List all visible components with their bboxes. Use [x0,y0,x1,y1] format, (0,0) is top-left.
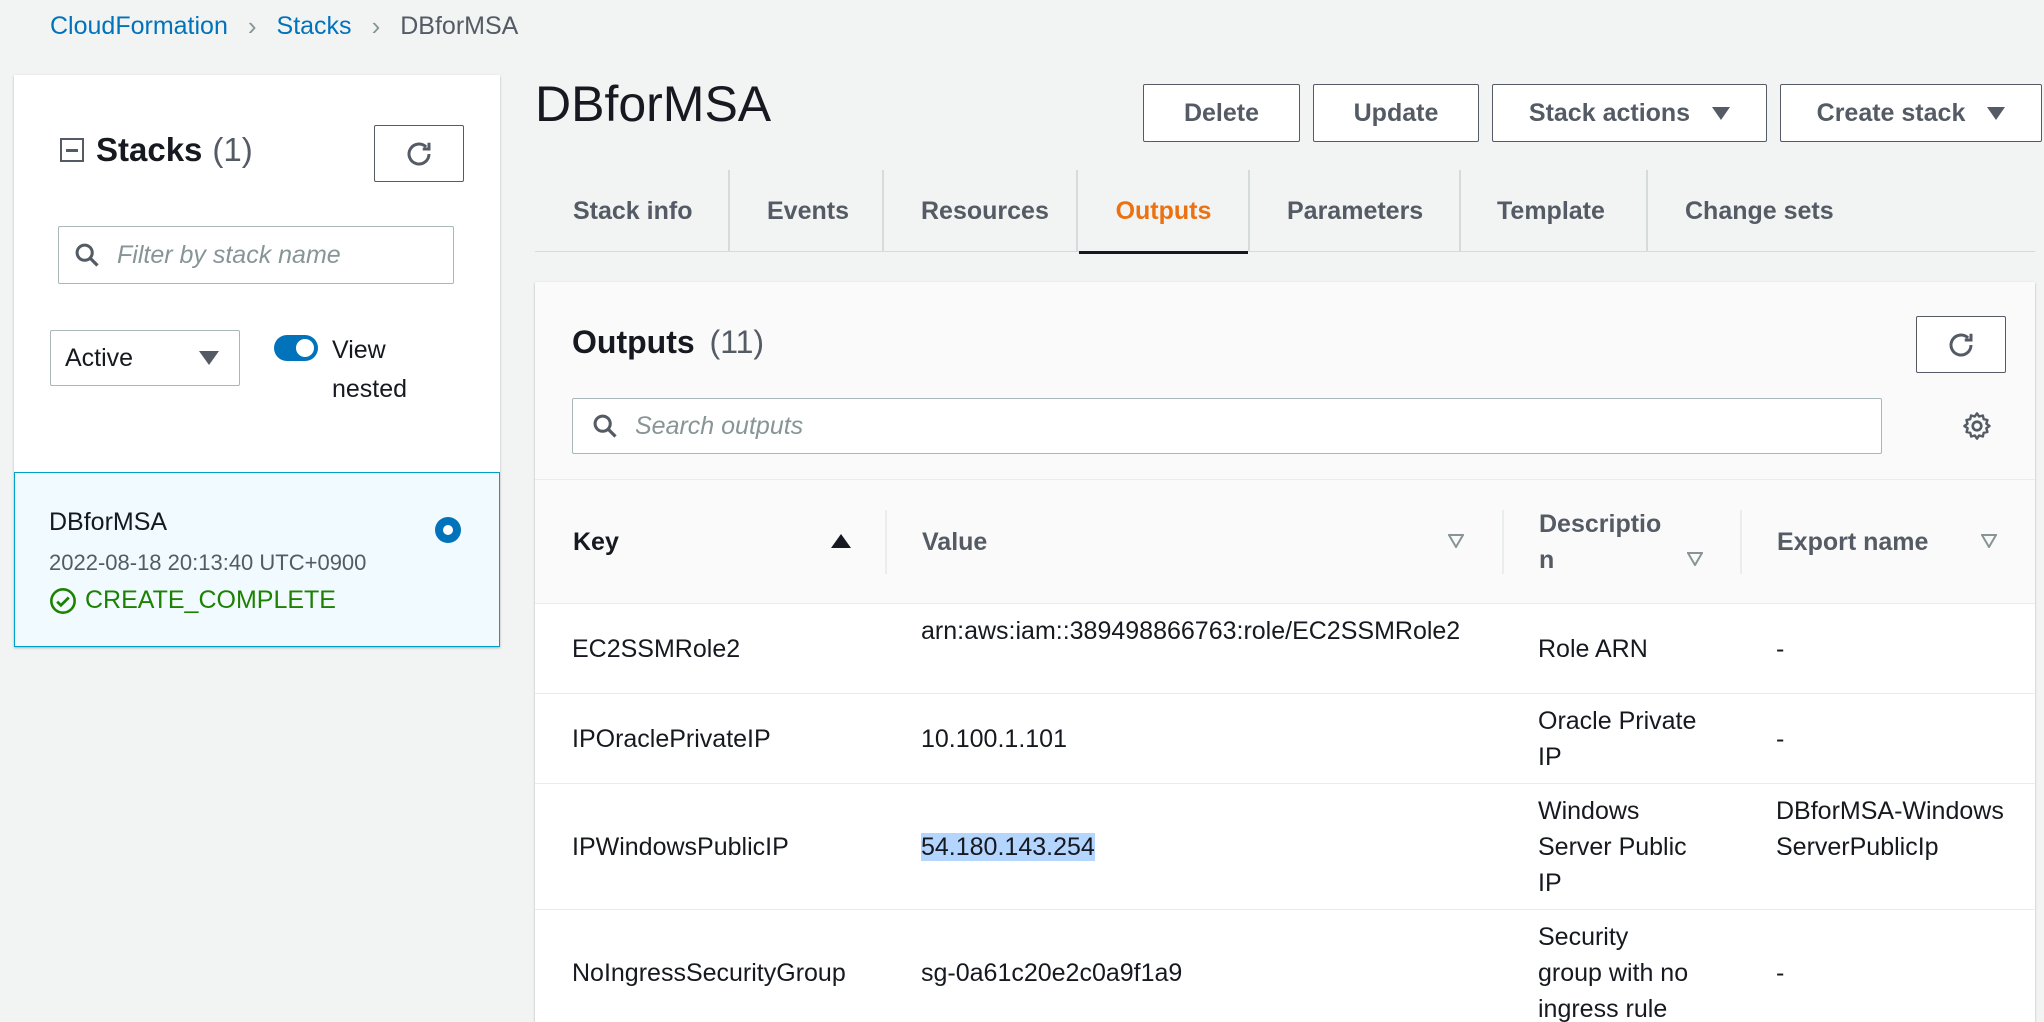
breadcrumb-separator-icon: › [371,10,381,41]
table-row: NoIngressSecurityGroup sg-0a61c20e2c0a9f… [535,910,2035,1022]
refresh-stacks-button[interactable] [374,125,464,182]
output-key: EC2SSMRole2 [572,635,741,663]
stack-created-date: 2022-08-18 20:13:40 UTC+0900 [49,550,367,575]
tab-divider [1459,170,1461,252]
outputs-table-header: Key Value Description Export name [535,480,2035,604]
stack-list-item[interactable]: DBforMSA 2022-08-18 20:13:40 UTC+0900 CR… [14,472,500,647]
output-export-name: - [1776,635,1785,663]
delete-label: Delete [1183,98,1260,127]
refresh-outputs-button[interactable] [1916,316,2006,373]
filter-placeholder: Filter by stack name [117,240,341,269]
tab-bar: Stack info Events Resources Outputs Para… [535,170,2035,254]
breadcrumb: CloudFormation › Stacks › DBforMSA [50,6,518,46]
tab-events[interactable]: Events [767,170,849,252]
tab-outputs[interactable]: Outputs [1079,170,1248,254]
caret-down-icon [199,351,219,365]
stack-name: DBforMSA [49,508,168,536]
output-key: IPWindowsPublicIP [572,833,789,861]
column-header-description[interactable]: Description [1539,506,1669,578]
output-description: Role ARN [1538,635,1648,663]
column-divider [1740,510,1742,574]
tab-divider [882,170,884,252]
filter-stacks-input[interactable]: Filter by stack name [58,226,454,284]
page-title: DBforMSA [535,76,772,132]
breadcrumb-stacks[interactable]: Stacks [277,12,352,41]
output-description: Windows Server Public IP [1538,797,1687,897]
stacks-panel-title: Stacks (1) [60,131,253,169]
stacks-title-label: Stacks [96,131,203,168]
delete-button[interactable]: Delete [1143,84,1300,142]
outputs-header: Outputs (11) Search outputs [535,282,2035,480]
search-icon [75,243,99,267]
stack-selected-radio[interactable] [435,517,461,543]
stack-status-label: CREATE_COMPLETE [85,586,336,614]
stack-status: CREATE_COMPLETE [49,586,336,615]
sort-ascending-icon[interactable] [831,534,851,548]
view-nested-label: View nested [332,336,408,403]
create-stack-label: Create stack [1816,98,1966,127]
selected-text-highlight: 54.180.143.254 [921,833,1095,861]
column-header-key[interactable]: Key [573,524,619,560]
column-header-export-name[interactable]: Export name [1777,524,1928,560]
search-icon [593,414,617,438]
create-stack-button[interactable]: Create stack [1780,84,2042,142]
tab-divider [1646,170,1648,252]
table-row: IPWindowsPublicIP 54.180.143.254 Windows… [535,784,2035,910]
tab-change-sets[interactable]: Change sets [1685,170,1834,252]
tab-template[interactable]: Template [1497,170,1605,252]
tab-divider [1248,170,1250,252]
breadcrumb-separator-icon: › [247,10,257,41]
update-label: Update [1353,98,1439,127]
breadcrumb-current: DBforMSA [400,11,519,40]
sort-icon[interactable] [1687,552,1703,566]
search-outputs-placeholder: Search outputs [635,411,804,440]
outputs-title-label: Outputs [572,324,695,360]
output-value: arn:aws:iam::389498866763:role/EC2SSMRol… [921,617,1461,645]
tab-stack-info[interactable]: Stack info [573,170,692,252]
tab-resources[interactable]: Resources [921,170,1049,252]
column-divider [885,510,887,574]
outputs-count: (11) [709,324,765,360]
output-description: Security group with no ingress rule [1538,923,1689,1022]
output-description: Oracle Private IP [1538,707,1697,771]
table-row: IPOraclePrivateIP 10.100.1.101 Oracle Pr… [535,694,2035,784]
stacks-panel: Stacks (1) Filter by stack name Active V… [14,75,500,647]
sort-icon[interactable] [1448,534,1464,548]
table-row: EC2SSMRole2 arn:aws:iam::389498866763:ro… [535,604,2035,694]
caret-down-icon [1712,106,1731,120]
status-filter-select[interactable]: Active [50,330,240,386]
breadcrumb-cloudformation[interactable]: CloudFormation [50,12,228,41]
stack-actions-label: Stack actions [1528,98,1691,127]
update-button[interactable]: Update [1313,84,1479,142]
output-value: 10.100.1.101 [921,725,1067,753]
tab-divider [728,170,730,252]
sort-icon[interactable] [1981,534,1997,548]
settings-gear-icon[interactable] [1961,410,1993,442]
status-filter-value: Active [65,343,134,372]
success-check-icon [50,587,76,614]
output-key: IPOraclePrivateIP [572,725,771,753]
stack-actions-button[interactable]: Stack actions [1492,84,1767,142]
column-divider [1502,510,1504,574]
output-export-name: DBforMSA-WindowsServerPublicIp [1776,797,2004,861]
collapse-icon[interactable] [60,138,84,162]
search-outputs-input[interactable]: Search outputs [572,398,1882,454]
output-key: NoIngressSecurityGroup [572,959,846,987]
refresh-icon [407,142,431,165]
output-export-name: - [1776,725,1785,753]
stacks-count: (1) [212,131,253,168]
outputs-panel: Outputs (11) Search outputs Key Value De… [535,282,2035,1022]
view-nested-toggle[interactable] [274,335,318,361]
tab-divider [1076,170,1078,252]
output-export-name: - [1776,959,1785,987]
refresh-icon [1949,333,1973,356]
tab-parameters[interactable]: Parameters [1287,170,1423,252]
outputs-title: Outputs (11) [572,324,764,361]
caret-down-icon [1987,106,2006,120]
output-value: sg-0a61c20e2c0a9f1a9 [921,959,1183,987]
column-header-value[interactable]: Value [922,524,987,560]
output-value: 54.180.143.254 [921,829,1095,865]
